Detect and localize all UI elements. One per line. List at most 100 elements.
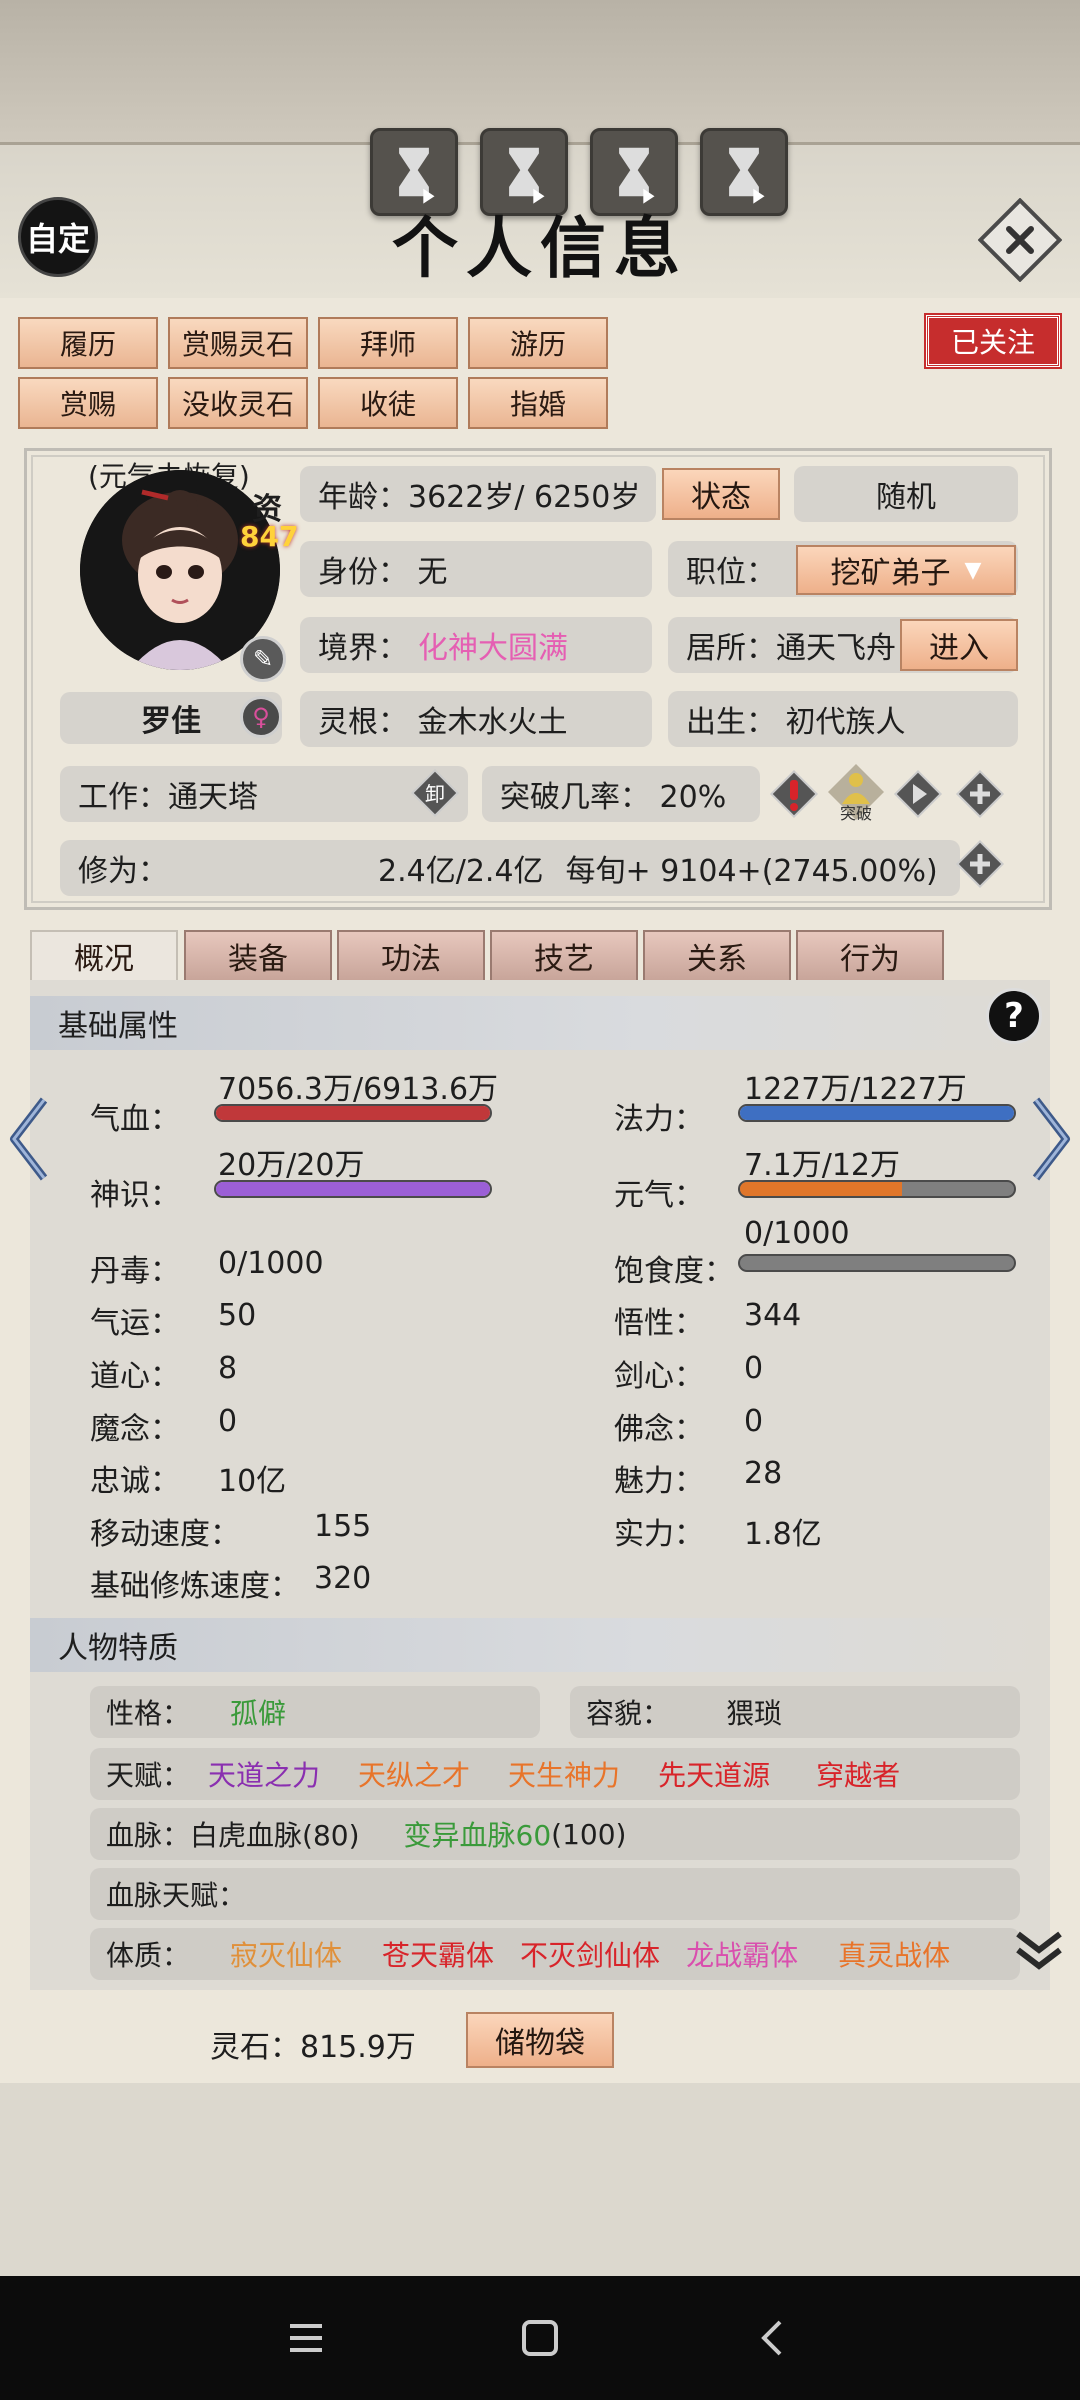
stat-label: 丹毒： — [90, 1254, 180, 1289]
play-button[interactable] — [892, 768, 944, 820]
stat-label: 忠诚： — [90, 1464, 180, 1499]
work-text: 工作：通天塔 — [78, 780, 258, 815]
mana-value: 1227万/1227万 — [744, 1072, 967, 1107]
physique-item[interactable]: 不灭剑仙体 — [520, 1934, 660, 1974]
residence-text: 居所：通天飞舟 — [686, 631, 896, 666]
vigor-bar — [738, 1180, 1016, 1198]
stat-value: 50 — [218, 1298, 257, 1333]
plus-icon — [955, 839, 1005, 889]
realm-field: 境界： 化神大圆满 — [300, 617, 652, 673]
plus-icon — [955, 769, 1005, 819]
traits-title: 人物特质 — [58, 1631, 178, 1666]
warning-icon[interactable] — [768, 768, 820, 820]
close-icon — [977, 197, 1063, 283]
talent-item[interactable]: 天道之力 — [208, 1754, 320, 1794]
realm-value: 化神大圆满 — [418, 631, 568, 666]
close-button[interactable] — [977, 197, 1063, 283]
tab-overview[interactable]: 概况 — [30, 930, 178, 982]
chevron-right-icon — [1032, 1097, 1070, 1181]
take-master-button[interactable]: 拜师 — [318, 317, 458, 369]
reward-spirit-stone-button[interactable]: 赏赐灵石 — [168, 317, 308, 369]
back-icon[interactable] — [750, 2314, 798, 2362]
resume-button[interactable]: 履历 — [18, 317, 158, 369]
physique-item[interactable]: 寂灭仙体 — [230, 1934, 342, 1974]
stat-label: 魔念： — [90, 1412, 180, 1447]
followed-badge[interactable]: 已关注 — [924, 313, 1062, 369]
stat-value: 28 — [744, 1456, 783, 1491]
take-disciple-button[interactable]: 收徒 — [318, 377, 458, 429]
stat-label: 佛念： — [614, 1412, 704, 1447]
talent-item[interactable]: 穿越者 — [816, 1754, 900, 1794]
hourglass-speed-button-4[interactable] — [700, 128, 788, 216]
talent-item[interactable]: 天纵之才 — [358, 1754, 470, 1794]
travel-button[interactable]: 游历 — [468, 317, 608, 369]
enter-button[interactable]: 进入 — [900, 619, 1018, 671]
tab-relations[interactable]: 关系 — [643, 930, 791, 982]
sense-label: 神识： — [90, 1178, 180, 1213]
plus-button-breakthrough[interactable] — [954, 768, 1006, 820]
breakthrough-field: 突破几率： 20% — [482, 766, 760, 822]
edit-icon[interactable]: ✎ — [240, 636, 286, 682]
unload-label: 卸 — [425, 782, 445, 806]
stat-value: 344 — [744, 1298, 802, 1333]
stat-label: 剑心： — [614, 1359, 704, 1394]
chevron-left-icon — [10, 1097, 48, 1181]
spirit-stone-balance: 灵石：815.9万 — [210, 2030, 416, 2065]
reward-button[interactable]: 赏赐 — [18, 377, 158, 429]
talent-item[interactable]: 天生神力 — [508, 1754, 620, 1794]
bloodline-item-level: (100) — [551, 1817, 627, 1851]
arrange-marriage-button[interactable]: 指婚 — [468, 377, 608, 429]
bloodline-item-name[interactable]: 变异血脉60 — [404, 1814, 552, 1854]
tab-behavior[interactable]: 行为 — [796, 930, 944, 982]
satiety-bar — [738, 1254, 1016, 1272]
cultivation-label: 修为： — [78, 854, 168, 889]
physique-item[interactable]: 真灵战体 — [838, 1934, 950, 1974]
talent-label: 天赋： — [106, 1759, 191, 1792]
prev-character-button[interactable] — [6, 1094, 52, 1184]
age-text: 年龄：3622岁/ 6250岁 — [318, 480, 641, 515]
stat-label: 移动速度： — [90, 1517, 240, 1552]
age-field: 年龄：3622岁/ 6250岁 — [300, 466, 656, 522]
tab-techniques[interactable]: 功法 — [337, 930, 485, 982]
tab-equipment[interactable]: 装备 — [184, 930, 332, 982]
double-chevron-down-icon — [1016, 1931, 1062, 1970]
physique-item[interactable]: 龙战霸体 — [686, 1934, 798, 1974]
vigor-bar-fill — [740, 1182, 902, 1196]
help-button[interactable]: ? — [986, 988, 1042, 1044]
auto-button[interactable]: 自定 — [18, 197, 98, 277]
vigor-value: 7.1万/12万 — [744, 1148, 900, 1183]
spirit-root-field: 灵根： 金木水火土 — [300, 691, 652, 747]
bloodline-label: 血脉： — [106, 1819, 191, 1852]
home-icon[interactable] — [516, 2314, 564, 2362]
random-button[interactable]: 随机 — [794, 466, 1018, 522]
plus-button-cultivation[interactable] — [954, 838, 1006, 890]
storage-bag-button[interactable]: 储物袋 — [466, 2012, 614, 2068]
female-icon: ♀ — [240, 696, 282, 738]
mana-label: 法力： — [614, 1102, 704, 1137]
mana-bar-fill — [740, 1106, 1014, 1120]
status-button[interactable]: 状态 — [662, 468, 780, 520]
next-character-button[interactable] — [1028, 1094, 1074, 1184]
personality-label: 性格： — [106, 1697, 191, 1730]
unload-button[interactable]: 卸 — [410, 768, 460, 818]
birth-field: 出生： 初代族人 — [668, 691, 1018, 747]
position-dropdown[interactable]: 挖矿弟子 ▼ — [796, 545, 1016, 595]
expand-button[interactable] — [1012, 1924, 1066, 1978]
confiscate-spirit-stone-button[interactable]: 没收灵石 — [168, 377, 308, 429]
talent-item[interactable]: 先天道源 — [658, 1754, 770, 1794]
bloodline-row: 血脉： 白虎血脉(80) 变异血脉60 (100) — [90, 1808, 1020, 1860]
bloodline-item[interactable]: 白虎血脉(80) — [190, 1814, 359, 1854]
sense-value: 20万/20万 — [218, 1148, 365, 1183]
tab-skills[interactable]: 技艺 — [490, 930, 638, 982]
stat-value: 1.8亿 — [744, 1517, 822, 1552]
talent-row: 天赋： 天道之力 天纵之才 天生神力 先天道源 穿越者 — [90, 1748, 1020, 1800]
hp-label: 气血： — [90, 1102, 180, 1137]
physique-item[interactable]: 苍天霸体 — [382, 1934, 494, 1974]
physique-row: 体质： 寂灭仙体 苍天霸体 不灭剑仙体 龙战霸体 真灵战体 — [90, 1928, 1020, 1980]
menu-icon[interactable] — [282, 2314, 330, 2362]
hp-bar-fill — [216, 1106, 490, 1120]
breakthrough-button[interactable]: 突破 — [826, 762, 886, 823]
stat-value: 8 — [218, 1351, 238, 1386]
character-name-text: 罗佳 — [141, 704, 201, 739]
stat-value: 155 — [314, 1509, 372, 1544]
